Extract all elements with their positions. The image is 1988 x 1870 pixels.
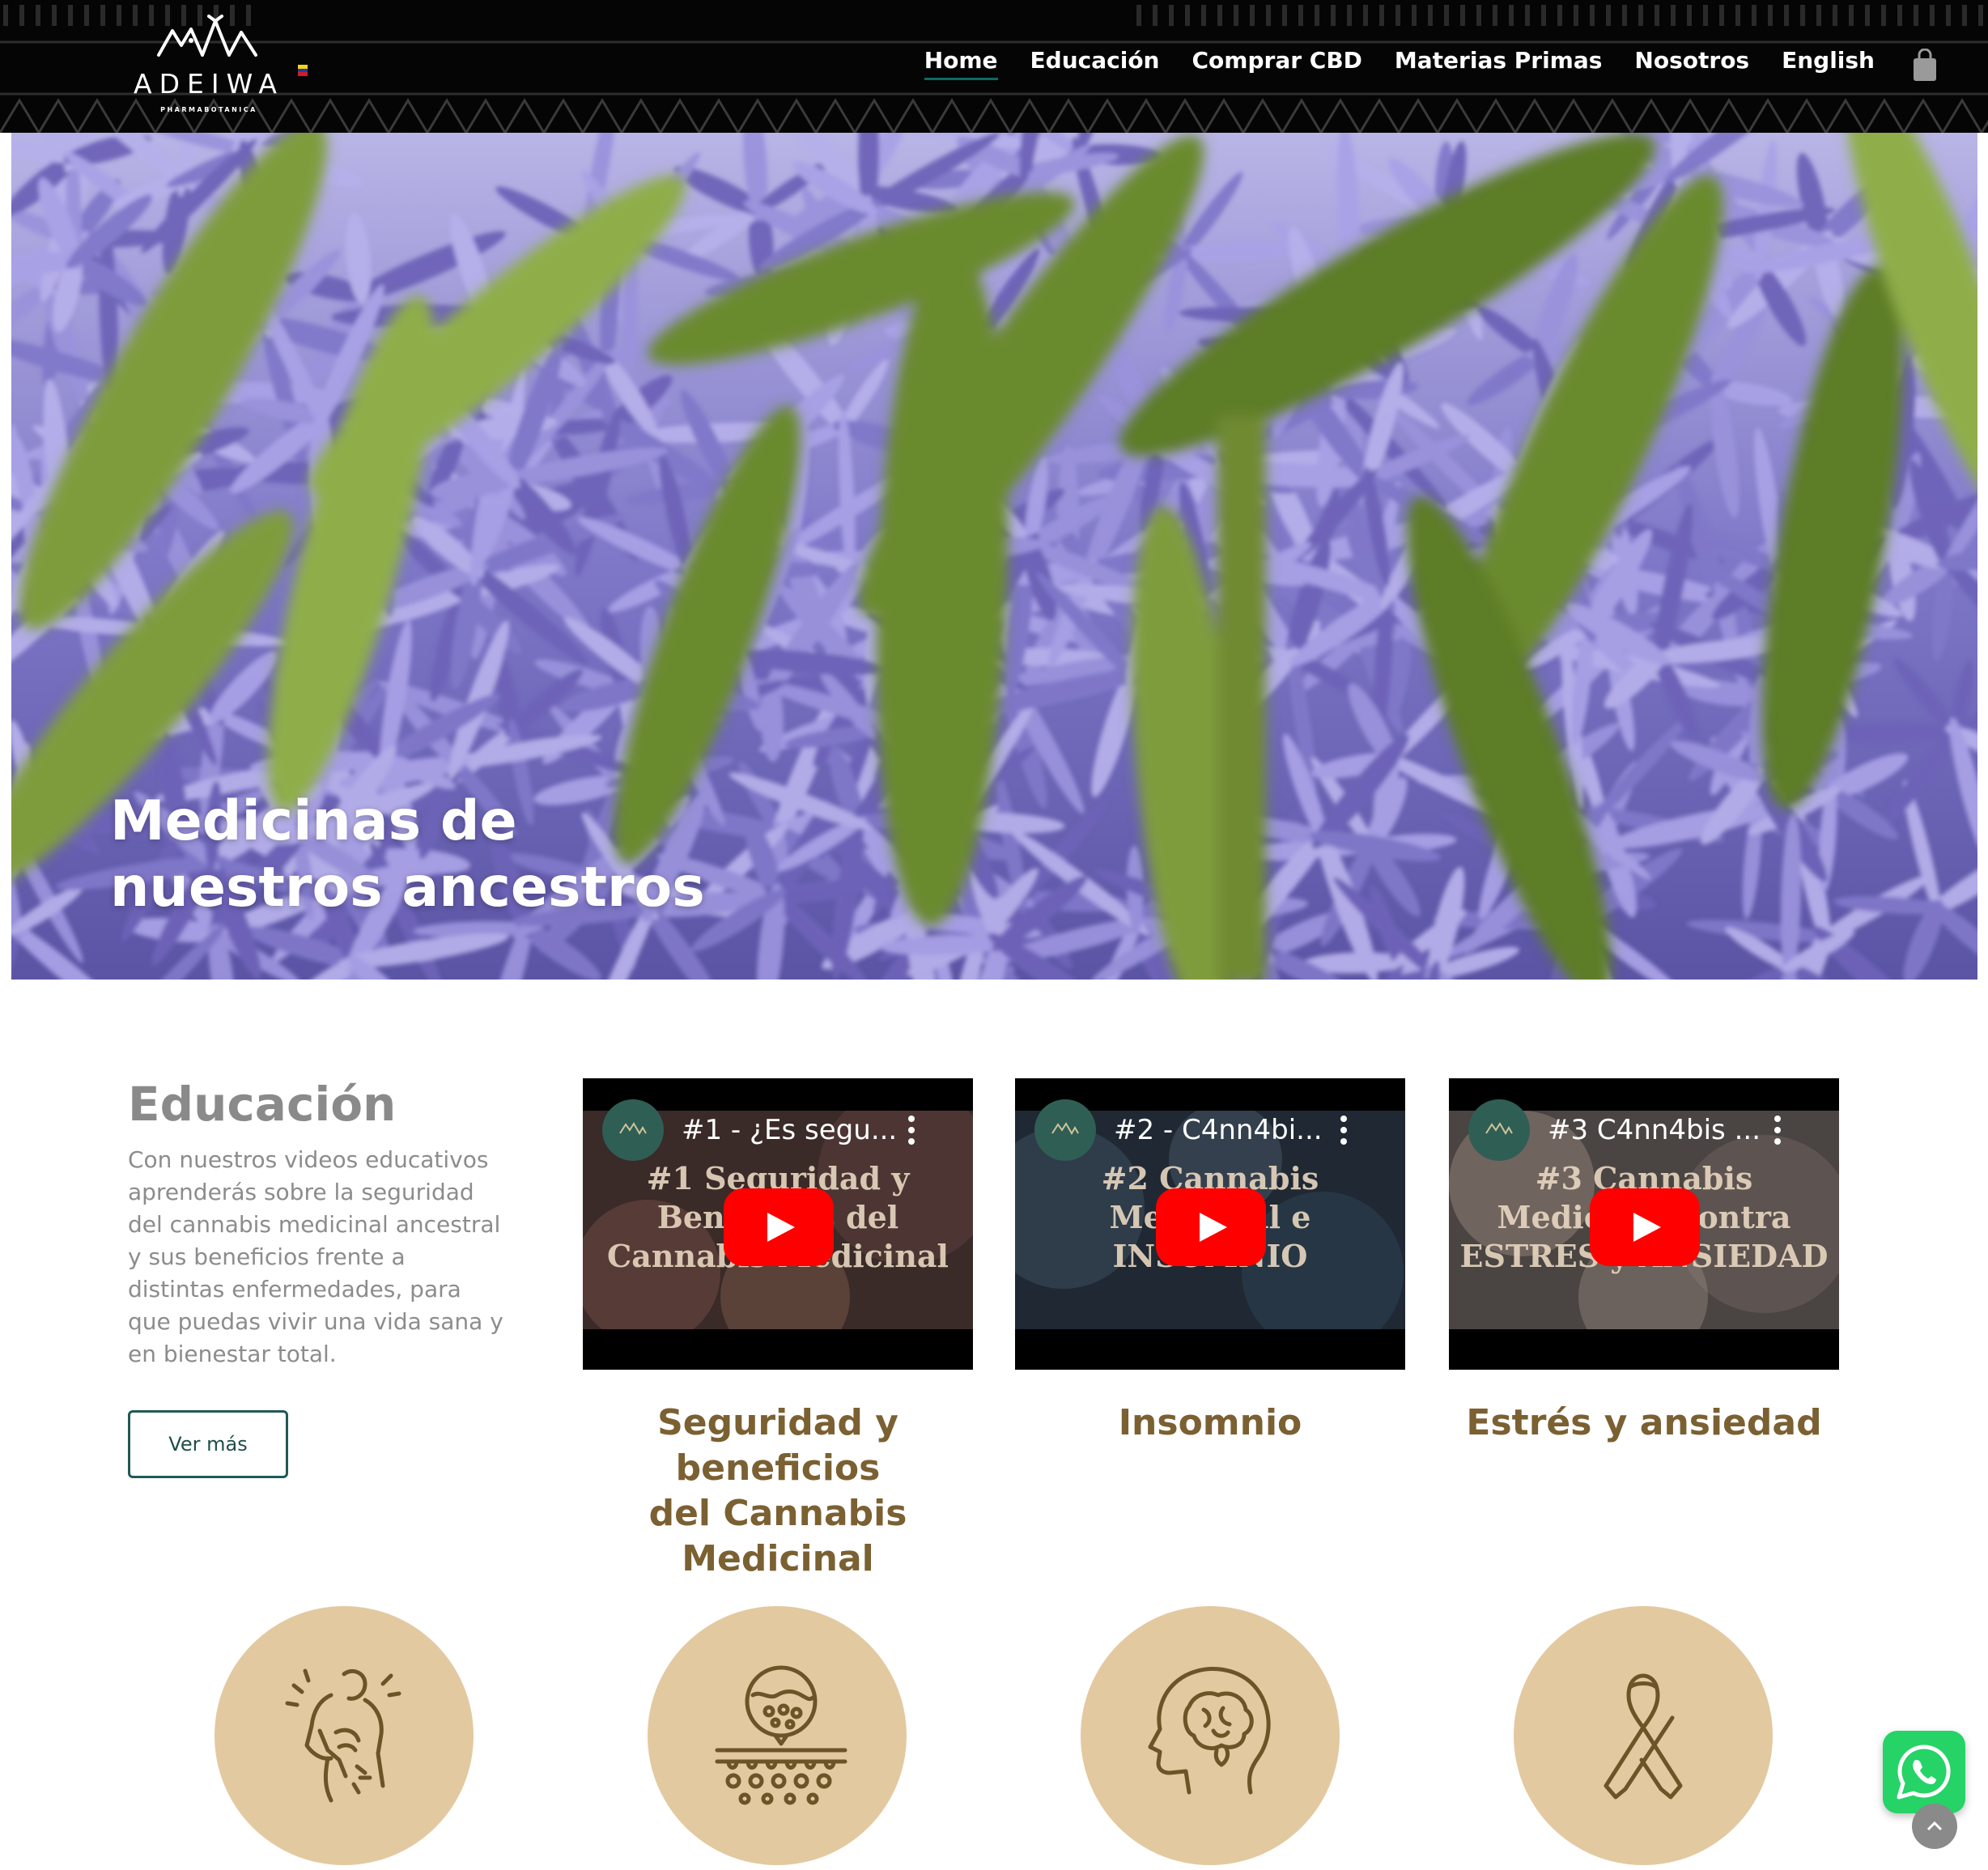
channel-avatar[interactable] xyxy=(1468,1099,1530,1161)
flag-icon xyxy=(298,65,308,76)
video-menu-icon[interactable] xyxy=(1339,1116,1349,1148)
youtube-play-button[interactable] xyxy=(1590,1188,1700,1266)
video-player-3[interactable]: #3 Cannabis Medicinal contra ESTRES y AN… xyxy=(1449,1078,1839,1370)
caption-line: Seguridad y beneficios xyxy=(657,1402,898,1489)
video-player-1[interactable]: #1 Seguridad y Beneficios del Cannabis M… xyxy=(583,1078,973,1370)
scroll-top-button[interactable] xyxy=(1912,1804,1957,1849)
video-menu-icon[interactable] xyxy=(907,1116,916,1148)
logo-mark-icon xyxy=(157,15,257,57)
brand-name: ADEIWA xyxy=(134,68,284,100)
awareness-ribbon-icon xyxy=(1604,1673,1683,1800)
pain-category[interactable] xyxy=(215,1606,474,1865)
hero-title-line1: Medicinas de xyxy=(110,789,517,853)
channel-logo-icon xyxy=(1485,1122,1513,1135)
skin-category[interactable] xyxy=(648,1606,907,1865)
main-nav: Home Educación Comprar CBD Materias Prim… xyxy=(924,47,1875,80)
video-title[interactable]: #2 - C4nn4bi... xyxy=(1114,1114,1323,1146)
youtube-play-button[interactable] xyxy=(1156,1188,1266,1266)
video-title[interactable]: #1 - ¿Es segu... xyxy=(682,1114,897,1146)
hero-title-line2: nuestros ancestros xyxy=(110,856,705,920)
nav-educacion[interactable]: Educación xyxy=(1030,47,1160,80)
nav-materias-primas[interactable]: Materias Primas xyxy=(1395,47,1603,80)
hero-banner: Medicinas de nuestros ancestros xyxy=(11,133,1977,980)
brand-logo[interactable]: ADEIWA PHARMABOTANICA xyxy=(112,15,314,120)
channel-avatar[interactable] xyxy=(1034,1099,1096,1161)
cancer-category[interactable] xyxy=(1514,1606,1773,1865)
skin-icon xyxy=(715,1665,847,1805)
caption-line: Insomnio xyxy=(1118,1402,1302,1443)
education-title: Educación xyxy=(128,1077,397,1132)
site-header: ADEIWA PHARMABOTANICA Home Educación Com… xyxy=(0,0,1988,133)
hero-title: Medicinas de nuestros ancestros xyxy=(110,788,705,921)
whatsapp-button[interactable] xyxy=(1883,1731,1965,1813)
caption-line: Estrés y ansiedad xyxy=(1466,1402,1822,1443)
channel-logo-icon xyxy=(1051,1122,1079,1135)
video-menu-icon[interactable] xyxy=(1773,1116,1782,1148)
video-caption-2: Insomnio xyxy=(983,1400,1437,1446)
caption-line: del Cannabis Medicinal xyxy=(648,1493,907,1579)
youtube-play-button[interactable] xyxy=(724,1188,834,1266)
ver-mas-button[interactable]: Ver más xyxy=(128,1410,288,1478)
video-caption-3: Estrés y ansiedad xyxy=(1417,1400,1871,1446)
video-caption-1: Seguridad y beneficios del Cannabis Medi… xyxy=(551,1400,1005,1582)
channel-avatar[interactable] xyxy=(602,1099,664,1161)
brain-icon xyxy=(1148,1667,1271,1795)
chevron-up-icon xyxy=(1926,1821,1943,1831)
channel-logo-icon xyxy=(619,1122,647,1135)
back-pain-icon xyxy=(285,1668,401,1803)
nav-english[interactable]: English xyxy=(1782,47,1875,80)
cart-icon[interactable] xyxy=(1912,49,1938,83)
video-player-2[interactable]: #2 Cannabis Medicinal e INSOMNIO #2 - C4… xyxy=(1015,1078,1405,1370)
nav-home[interactable]: Home xyxy=(924,47,998,80)
education-description: Con nuestros videos educativos aprenderá… xyxy=(128,1146,503,1367)
neurology-category[interactable] xyxy=(1081,1606,1340,1865)
video-title[interactable]: #3 C4nn4bis ... xyxy=(1548,1114,1761,1146)
nav-nosotros[interactable]: Nosotros xyxy=(1634,47,1749,80)
whatsapp-icon xyxy=(1897,1745,1951,1800)
brand-tagline: PHARMABOTANICA xyxy=(160,106,257,113)
nav-comprar-cbd[interactable]: Comprar CBD xyxy=(1192,47,1362,80)
